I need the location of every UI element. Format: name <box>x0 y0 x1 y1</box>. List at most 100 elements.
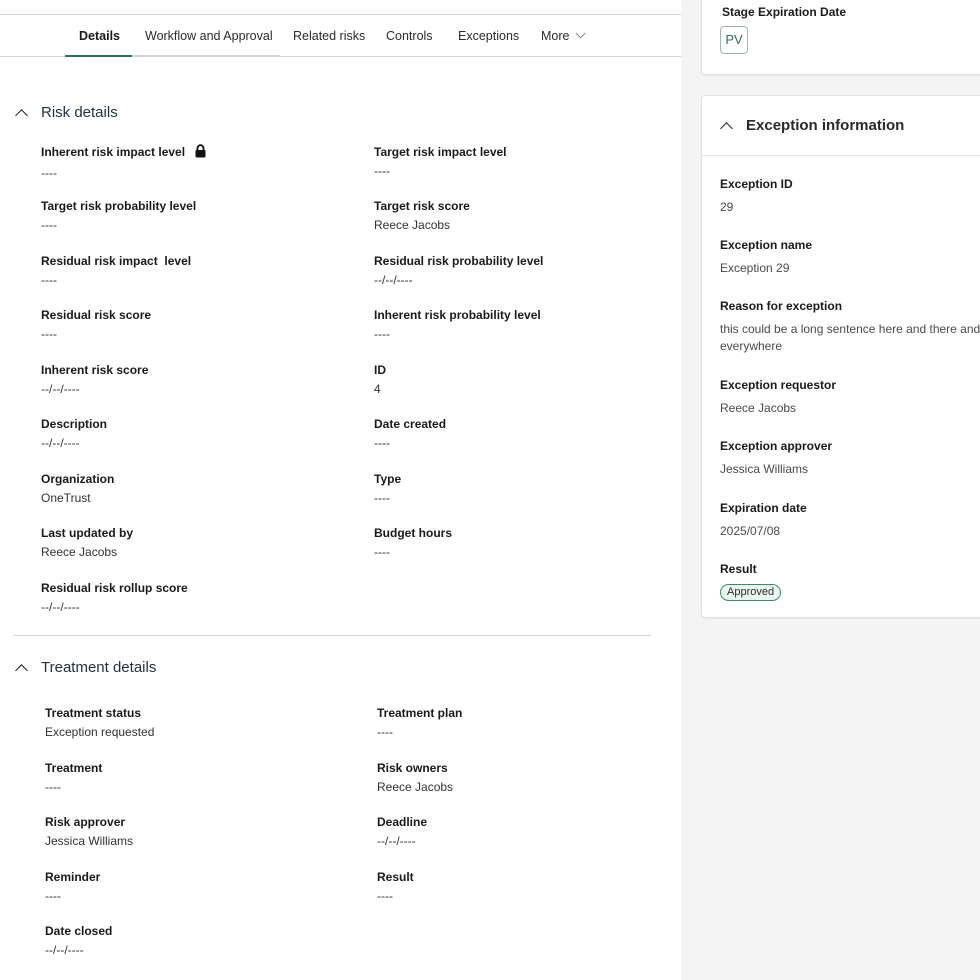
field-inherent-risk-impact-level: Inherent risk impact level ---- <box>41 144 341 181</box>
field-date-closed: Date closed --/--/---- <box>45 923 345 958</box>
field-value: --/--/---- <box>41 600 80 614</box>
tab-details[interactable]: Details <box>79 15 120 57</box>
field-exception-result: Result Approved <box>720 561 980 601</box>
field-value: Exception 29 <box>720 261 790 275</box>
risk-details-header[interactable]: Risk details <box>14 102 118 122</box>
field-label: Exception requestor <box>720 378 837 392</box>
field-label: Risk approver <box>45 815 126 829</box>
tab-related-risks[interactable]: Related risks <box>293 15 365 57</box>
chevron-up-icon[interactable] <box>720 121 733 135</box>
field-label: Expiration date <box>720 501 807 515</box>
field-value: --/--/---- <box>41 382 80 396</box>
field-label: Organization <box>41 472 115 486</box>
tab-more-label: More <box>541 29 570 43</box>
section-title: Risk details <box>41 103 118 121</box>
field-label: Target risk impact level <box>374 145 507 159</box>
field-value: ---- <box>45 780 61 794</box>
tab-exceptions[interactable]: Exceptions <box>458 15 519 57</box>
field-value: OneTrust <box>41 491 91 505</box>
field-label: Treatment status <box>45 706 142 720</box>
field-exception-approver: Exception approver Jessica Williams <box>720 438 980 478</box>
field-label: Exception ID <box>720 177 793 191</box>
field-label: Last updated by <box>41 526 134 540</box>
field-id: ID 4 <box>374 362 674 397</box>
field-value: Reece Jacobs <box>374 218 451 232</box>
status-badge: Approved <box>720 584 782 601</box>
exception-information-header[interactable]: Exception information <box>702 96 980 156</box>
active-tab-indicator <box>65 55 132 57</box>
field-inherent-risk-score: Inherent risk score --/--/---- <box>41 362 341 397</box>
field-last-updated-by: Last updated by Reece Jacobs <box>41 525 341 560</box>
field-value: Jessica Williams <box>720 462 809 476</box>
field-label: Residual risk rollup score <box>41 581 188 595</box>
details-panel: Details Workflow and Approval Related ri… <box>0 0 681 980</box>
field-value: this could be a long sentence here and t… <box>720 322 980 353</box>
field-label: Inherent risk score <box>41 363 149 377</box>
field-value: ---- <box>377 725 393 739</box>
field-value: ---- <box>45 889 61 903</box>
field-label: Type <box>374 472 402 486</box>
field-result: Result ---- <box>377 869 677 904</box>
field-value: Jessica Williams <box>45 834 134 848</box>
field-type: Type ---- <box>374 471 674 506</box>
treatment-details-header[interactable]: Treatment details <box>14 657 156 677</box>
field-organization: Organization OneTrust <box>41 471 341 506</box>
field-exception-requestor: Exception requestor Reece Jacobs <box>720 377 980 417</box>
field-residual-risk-probability-level: Residual risk probability level --/--/--… <box>374 253 674 288</box>
field-label: Target risk score <box>374 199 470 213</box>
chevron-up-icon[interactable] <box>15 663 28 677</box>
tab-workflow-and-approval[interactable]: Workflow and Approval <box>145 15 273 57</box>
field-target-risk-probability-level: Target risk probability level ---- <box>41 198 341 233</box>
field-label: Risk owners <box>377 761 448 775</box>
field-treatment-plan: Treatment plan ---- <box>377 705 677 740</box>
stage-expiration-label: Stage Expiration Date <box>722 5 847 19</box>
field-value: ---- <box>374 327 390 341</box>
field-inherent-risk-probability-level: Inherent risk probability level ---- <box>374 307 674 342</box>
field-value: --/--/---- <box>377 834 416 848</box>
chevron-down-icon <box>576 28 586 39</box>
field-target-risk-impact-level: Target risk impact level ---- <box>374 144 674 179</box>
field-label: Exception approver <box>720 439 833 453</box>
field-label: ID <box>374 363 386 377</box>
field-value: 29 <box>720 200 734 214</box>
tab-more[interactable]: More <box>541 15 586 57</box>
field-label: Inherent risk impact level <box>41 145 186 159</box>
field-value: --/--/---- <box>45 943 84 957</box>
field-label: Date closed <box>45 924 113 938</box>
exception-information-card: Exception information Exception ID 29 Ex… <box>701 95 980 618</box>
field-risk-approver: Risk approver Jessica Williams <box>45 814 345 849</box>
chevron-up-icon[interactable] <box>15 108 28 122</box>
field-label: Description <box>41 417 108 431</box>
section-divider <box>14 635 651 636</box>
field-risk-owners: Risk owners Reece Jacobs <box>377 760 677 795</box>
field-label: Residual risk impact level <box>41 254 192 268</box>
field-treatment-status: Treatment status Exception requested <box>45 705 345 740</box>
stage-card: Stage Expiration Date PV <box>701 0 980 75</box>
field-value: Reece Jacobs <box>377 780 454 794</box>
field-reason-for-exception: Reason for exception this could be a lon… <box>720 298 980 355</box>
field-description: Description --/--/---- <box>41 416 341 451</box>
field-label: Budget hours <box>374 526 452 540</box>
field-label: Deadline <box>377 815 428 829</box>
field-label: Inherent risk probability level <box>374 308 541 322</box>
card-title: Exception information <box>746 117 905 134</box>
avatar[interactable]: PV <box>720 26 748 54</box>
field-value: Reece Jacobs <box>720 401 797 415</box>
field-value: Exception requested <box>45 725 155 739</box>
field-label: Treatment plan <box>377 706 463 720</box>
tab-controls[interactable]: Controls <box>386 15 433 57</box>
field-label: Treatment <box>45 761 103 775</box>
field-label: Reminder <box>45 870 101 884</box>
tab-indicator-track <box>65 55 280 57</box>
field-value: ---- <box>374 491 390 505</box>
field-label: Reason for exception <box>720 299 843 313</box>
field-label: Exception name <box>720 238 813 252</box>
field-treatment: Treatment ---- <box>45 760 345 795</box>
field-value: 2025/07/08 <box>720 524 781 538</box>
field-budget-hours: Budget hours ---- <box>374 525 674 560</box>
field-value: --/--/---- <box>41 436 80 450</box>
field-value: ---- <box>41 218 57 232</box>
field-label: Residual risk probability level <box>374 254 544 268</box>
field-value: ---- <box>41 273 57 287</box>
section-title: Treatment details <box>41 658 157 676</box>
